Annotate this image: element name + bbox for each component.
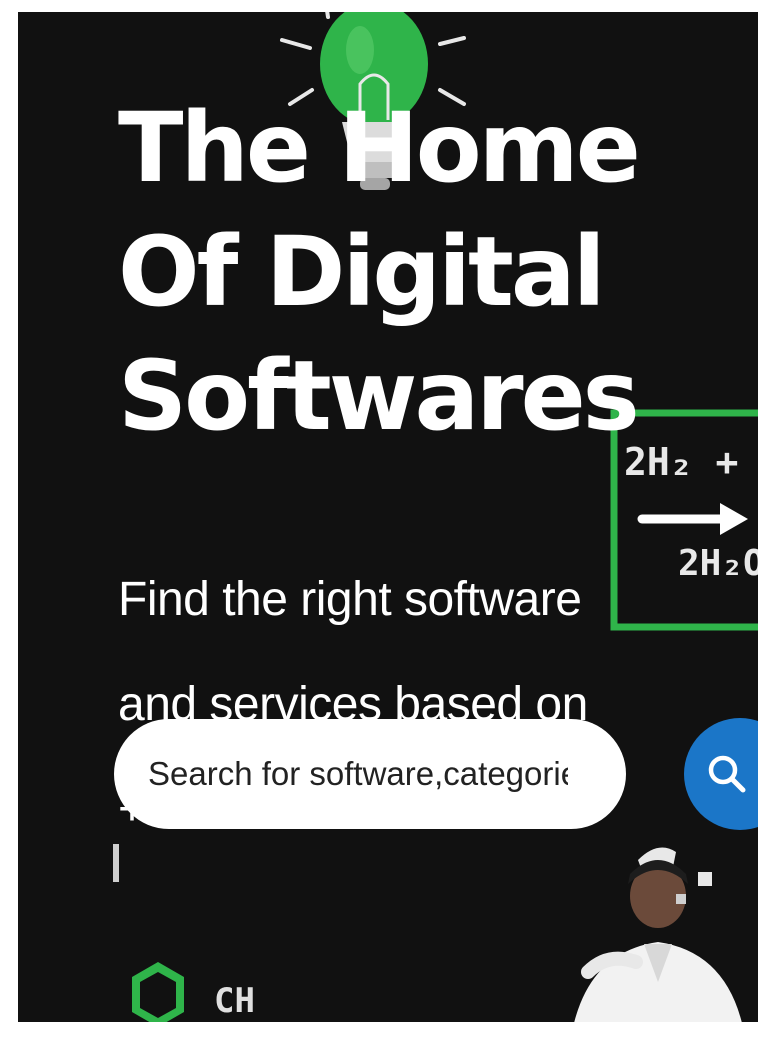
subtitle-line: Find the right software: [118, 573, 582, 626]
headline-line: The Home: [118, 92, 641, 204]
formula-top: 2H₂ + O: [624, 440, 758, 484]
formula-ch: CH: [214, 981, 255, 1021]
formula-bottom: 2H₂O: [678, 543, 758, 584]
search-input[interactable]: [148, 755, 568, 793]
page-title: The Home Of Digital Softwares: [118, 86, 641, 458]
search-box: [114, 719, 626, 829]
hero-section: The Home Of Digital Softwares 2H₂ + O 2H…: [18, 12, 758, 1022]
headline-line: Softwares: [118, 340, 640, 452]
headline-line: Of Digital: [118, 216, 606, 328]
search-icon: [708, 755, 746, 793]
